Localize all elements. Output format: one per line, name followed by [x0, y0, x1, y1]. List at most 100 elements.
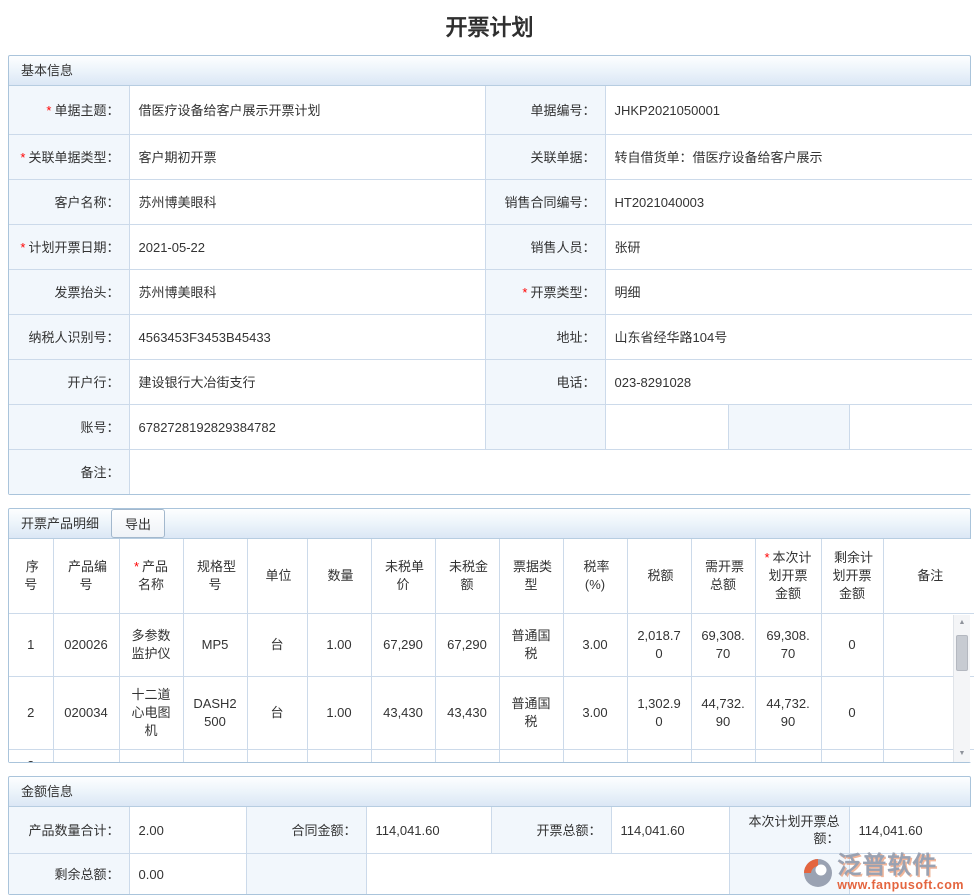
col-total-to-invoice: 需开票总额 — [691, 539, 755, 614]
products-header-row: 序号 产品编号 *产品名称 规格型号 单位 数量 未税单价 未税金额 票据类型 … — [9, 539, 974, 614]
amounts-header: 金额信息 — [9, 777, 970, 807]
customer-label: 客户名称： — [9, 180, 129, 225]
cell-total-to-invoice: 44,732.90 — [691, 677, 755, 750]
doc-no-label: 单据编号： — [485, 86, 605, 135]
doc-no-value: JHKP2021050001 — [605, 86, 972, 135]
cell-bill-type: 普通国税 — [499, 677, 563, 750]
col-bill-type: 票据类型 — [499, 539, 563, 614]
product-row: 2 020034 十二道心电图机 DASH2500 台 1.00 43,430 … — [9, 677, 974, 750]
product-row: 1 020026 多参数监护仪 MP5 台 1.00 67,290 67,290… — [9, 614, 974, 677]
row-remark: 备注： — [9, 450, 972, 495]
empty-label-cell — [246, 854, 366, 895]
salesperson-value: 张研 — [605, 225, 972, 270]
products-header: 开票产品明细 导出 — [9, 509, 970, 539]
cell-seq: 2 — [9, 677, 53, 750]
remaining-total-value: 0.00 — [129, 854, 246, 895]
remark-value — [129, 450, 972, 495]
tax-id-label: 纳税人识别号： — [9, 315, 129, 360]
invoice-title-value: 苏州博美眼科 — [129, 270, 485, 315]
remark-label: 备注： — [9, 450, 129, 495]
col-product-code: 产品编号 — [53, 539, 119, 614]
products-panel: 开票产品明细 导出 序号 产品编号 *产品名称 规格型号 单位 数量 未税单价 … — [8, 508, 971, 763]
cell-spec-model: DASH2500 — [183, 677, 247, 750]
subject-label: *单据主题： — [9, 86, 129, 135]
page-title: 开票计划 — [0, 0, 979, 55]
row-tax-id: 纳税人识别号： 4563453F3453B45433 地址： 山东省经华路104… — [9, 315, 972, 360]
invoice-type-label: *开票类型： — [485, 270, 605, 315]
contract-no-label: 销售合同编号： — [485, 180, 605, 225]
table-vertical-scrollbar: ▲ ▼ — [953, 615, 970, 762]
qty-total-label: 产品数量合计： — [9, 807, 129, 854]
col-spec-model: 规格型号 — [183, 539, 247, 614]
required-asterisk: * — [20, 150, 25, 165]
cell-product-code: 020026 — [53, 614, 119, 677]
cell-current-plan-amount: 69,308.70 — [755, 614, 821, 677]
phone-value: 023-8291028 — [605, 360, 972, 405]
empty-label-cell — [485, 405, 605, 450]
cell-untaxed-amount: 43,430 — [435, 677, 499, 750]
cell-tax-amount: 2,018.70 — [627, 614, 691, 677]
empty-value-cell — [605, 405, 728, 450]
cell-product-name: 十二道心电图机 — [119, 677, 183, 750]
remaining-total-label: 剩余总额： — [9, 854, 129, 895]
scroll-down-arrow-icon[interactable]: ▼ — [954, 748, 970, 760]
scrollbar-thumb[interactable] — [956, 635, 968, 671]
invoice-type-value: 明细 — [605, 270, 972, 315]
row-invoice-title: 发票抬头： 苏州博美眼科 *开票类型： 明细 — [9, 270, 972, 315]
col-remaining-plan-amount: 剩余计划开票金额 — [821, 539, 883, 614]
cell-spec-model: MP5 — [183, 614, 247, 677]
related-type-label: *关联单据类型： — [9, 135, 129, 180]
amounts-panel: 金额信息 产品数量合计： 2.00 合同金额： 114,041.60 开票总额：… — [8, 776, 971, 895]
cell-tax-rate: 3.00 — [563, 614, 627, 677]
basic-info-title: 基本信息 — [21, 56, 73, 85]
bank-value: 建设银行大冶街支行 — [129, 360, 485, 405]
empty-label-cell — [728, 405, 849, 450]
cell-remaining-plan-amount: 0 — [821, 614, 883, 677]
empty-value-cell — [849, 854, 972, 895]
cell-tax-rate: 3.00 — [563, 677, 627, 750]
related-doc-value: 转自借货单：借医疗设备给客户展示 — [605, 135, 972, 180]
col-quantity: 数量 — [307, 539, 371, 614]
col-untaxed-amount: 未税金额 — [435, 539, 499, 614]
related-doc-label: 关联单据： — [485, 135, 605, 180]
bank-label: 开户行： — [9, 360, 129, 405]
plan-date-label: *计划开票日期： — [9, 225, 129, 270]
amounts-row-1: 产品数量合计： 2.00 合同金额： 114,041.60 开票总额： 114,… — [9, 807, 972, 854]
current-plan-total-value: 114,041.60 — [849, 807, 972, 854]
cell-current-plan-amount: 44,732.90 — [755, 677, 821, 750]
contract-no-value: HT2021040003 — [605, 180, 972, 225]
cell-unit: 台 — [247, 677, 307, 750]
cell-untaxed-price: 43,430 — [371, 677, 435, 750]
row-account: 账号： 6782728192829384782 — [9, 405, 972, 450]
cell-product-name: 多参数监护仪 — [119, 614, 183, 677]
account-value: 6782728192829384782 — [129, 405, 485, 450]
row-customer: 客户名称： 苏州博美眼科 销售合同编号： HT2021040003 — [9, 180, 972, 225]
basic-info-header: 基本信息 — [9, 56, 970, 86]
products-title: 开票产品明细 — [21, 509, 99, 538]
col-remark: 备注 — [883, 539, 974, 614]
col-seq: 序号 — [9, 539, 53, 614]
amounts-table: 产品数量合计： 2.00 合同金额： 114,041.60 开票总额： 114,… — [9, 807, 972, 894]
invoice-total-label: 开票总额： — [491, 807, 611, 854]
scroll-up-arrow-icon[interactable]: ▲ — [954, 617, 970, 629]
row-subject: *单据主题： 借医疗设备给客户展示开票计划 单据编号： JHKP20210500… — [9, 86, 972, 135]
product-row-partial: 3 — [9, 750, 974, 763]
basic-info-panel: 基本信息 *单据主题： 借医疗设备给客户展示开票计划 单据编号： JHKP202… — [8, 55, 971, 495]
empty-value-cell — [366, 854, 729, 895]
export-button[interactable]: 导出 — [111, 509, 165, 538]
cell-unit: 台 — [247, 614, 307, 677]
invoice-total-value: 114,041.60 — [611, 807, 729, 854]
empty-label-cell — [729, 854, 849, 895]
basic-info-table: *单据主题： 借医疗设备给客户展示开票计划 单据编号： JHKP20210500… — [9, 86, 972, 494]
cell-untaxed-amount: 67,290 — [435, 614, 499, 677]
cell-quantity: 1.00 — [307, 677, 371, 750]
customer-value: 苏州博美眼科 — [129, 180, 485, 225]
contract-amount-label: 合同金额： — [246, 807, 366, 854]
cell-product-code: 020034 — [53, 677, 119, 750]
related-type-value: 客户期初开票 — [129, 135, 485, 180]
col-current-plan-amount: *本次计划开票金额 — [755, 539, 821, 614]
phone-label: 电话： — [485, 360, 605, 405]
address-label: 地址： — [485, 315, 605, 360]
cell-total-to-invoice: 69,308.70 — [691, 614, 755, 677]
salesperson-label: 销售人员： — [485, 225, 605, 270]
